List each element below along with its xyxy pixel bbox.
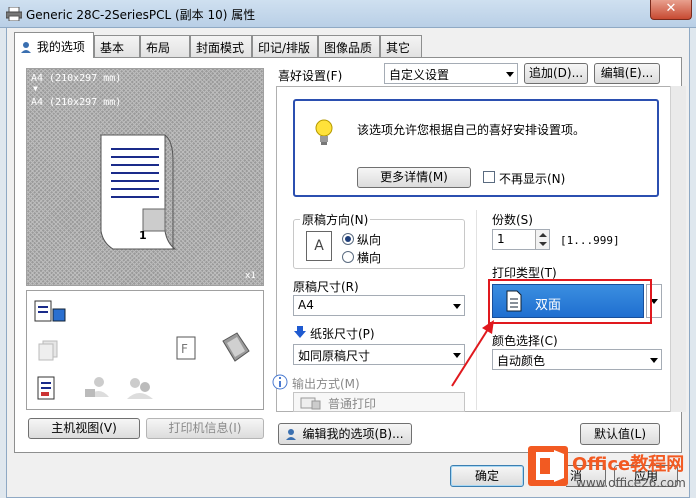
info-text: 该选项允许您根据自己的喜好安排设置项。 [357,123,586,137]
chevron-down-icon [453,303,461,309]
vertical-scrollbar[interactable] [670,86,686,412]
edit-my-options-button[interactable]: 编辑我的选项(B)... [278,423,412,445]
annotation-arrow [451,320,494,387]
portrait-page-icon: A [306,231,332,261]
user-icon [21,42,31,53]
favorite-settings-label: 喜好设置(F) [278,69,343,83]
chevron-down-icon [650,357,658,363]
tab-basic[interactable]: 基本 [94,35,140,57]
close-icon: ✕ [665,1,677,16]
close-button[interactable]: ✕ [650,0,692,20]
no-show-checkbox[interactable] [483,171,495,183]
watermark-url: www.office26.com [576,476,686,490]
copies-label: 份数(S) [492,213,533,227]
portrait-label: 纵向 [357,233,382,247]
orientation-label: 原稿方向(N) [300,211,371,228]
printer-icon [6,7,22,21]
office-logo-mark [536,450,564,482]
original-size-label: 原稿尺寸(R) [293,280,359,294]
tab-my-options[interactable]: 我的选项 [14,32,94,58]
landscape-label: 横向 [357,251,382,265]
preview-arrow: ▼ [33,84,38,93]
color-select-dropdown[interactable]: 自动颜色 [492,349,662,370]
info-circle-icon [272,374,288,390]
output-method-label: 输出方式(M) [292,377,360,391]
printer-small-icon [300,397,321,410]
add-favorite-button[interactable]: 追加(D)... [524,63,588,84]
printer-info-button[interactable]: 打印机信息(I) [146,418,264,439]
window-title: Generic 28C-2SeriesPCL (副本 10) 属性 [26,8,256,22]
chevron-down-icon [506,71,514,77]
copy-stack-icon [38,340,58,361]
printer-output-icon [34,300,66,322]
favorite-settings-dropdown[interactable]: 自定义设置 [384,63,518,84]
tab-other[interactable]: 其它 [380,35,422,57]
landscape-radio[interactable] [342,251,354,263]
booklet-icon [222,332,250,362]
title-bar: Generic 28C-2SeriesPCL (副本 10) 属性 [0,0,696,28]
no-show-label: 不再显示(N) [499,172,566,186]
portrait-radio[interactable] [342,233,354,245]
preview-page-number: 1 [139,229,147,242]
copies-spinner[interactable] [535,230,549,249]
preview-paper-size: A4 (210x297 mm) [31,97,122,108]
preview-copies-badge: x1 [245,271,256,281]
tab-stamp-layout[interactable]: 印记/排版 [252,35,318,57]
edit-favorite-button[interactable]: 编辑(E)... [594,63,660,84]
ok-button[interactable]: 确定 [450,465,524,487]
office-logo-icon [528,446,568,486]
function-icon-panel: F [26,290,264,410]
default-button[interactable]: 默认值(L) [580,423,660,445]
paper-size-dropdown[interactable]: 如同原稿尺寸 [293,344,465,365]
account-track-icon [127,378,153,399]
color-select-label: 颜色选择(C) [492,334,558,348]
original-size-dropdown[interactable]: A4 [293,295,465,316]
highlight-box [488,279,652,324]
lightbulb-icon [315,119,333,145]
tab-image-quality[interactable]: 图像品质 [318,35,380,57]
svg-text:F: F [181,342,188,356]
copies-range: [1...999] [560,234,620,247]
document-list-icon [37,376,55,400]
print-preview: A4 (210x297 mm) ▼ A4 (210x297 mm) 1 x1 [26,68,264,286]
arrow-down-icon [294,326,306,338]
watermark-brand: Office教程网 [572,454,685,475]
spin-arrows-icon [539,233,547,246]
host-view-button[interactable]: 主机视图(V) [28,418,140,439]
more-details-button[interactable]: 更多详情(M) [357,167,471,188]
watermark-page-icon: F [176,336,196,360]
tab-cover-mode[interactable]: 封面模式 [190,35,252,57]
info-box: 该选项允许您根据自己的喜好安排设置项。 更多详情(M) 不再显示(N) [293,99,659,197]
paper-size-label: 纸张尺寸(P) [310,327,375,341]
user-icon [286,429,296,440]
tab-layout[interactable]: 布局 [140,35,190,57]
user-auth-icon [85,377,109,397]
output-method-dropdown[interactable]: 普通打印 [293,392,465,412]
preview-original-size: A4 (210x297 mm) [31,73,122,84]
